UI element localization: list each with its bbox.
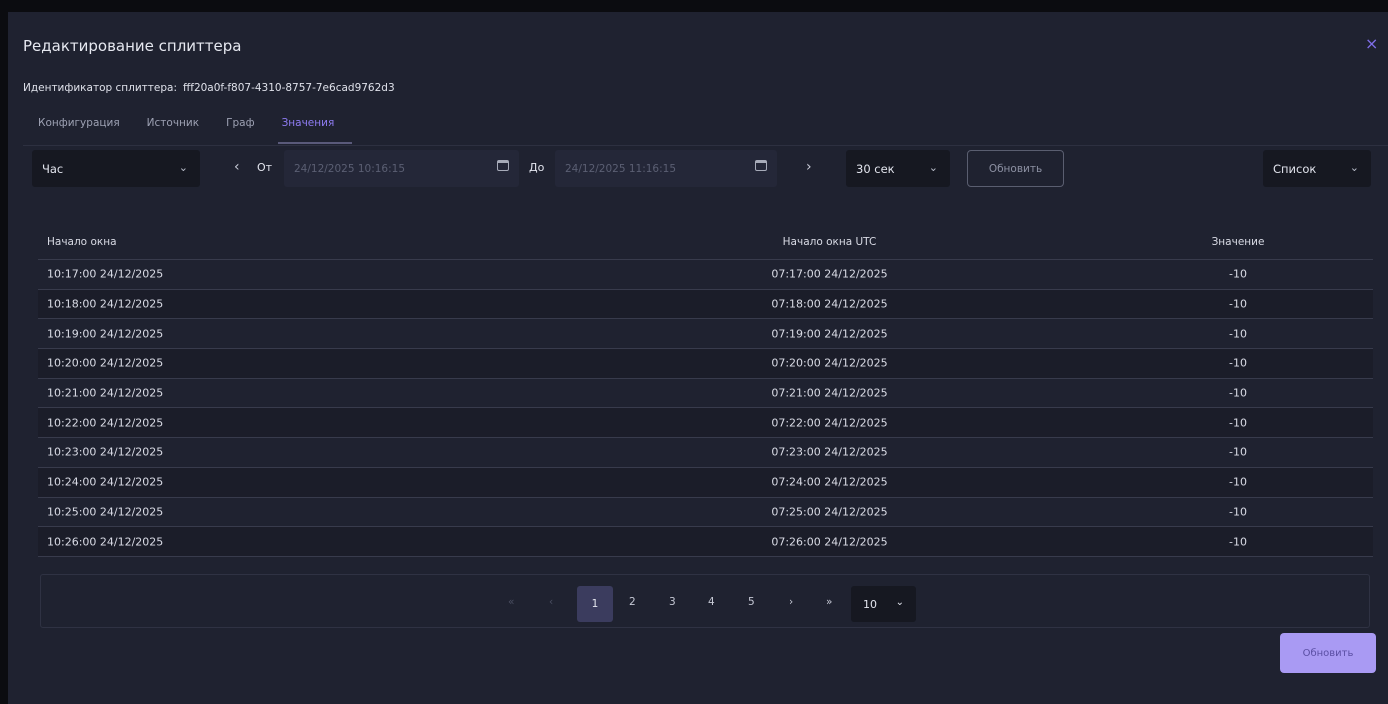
cell-window-start: 10:19:00 24/12/2025	[47, 327, 164, 341]
splitter-id: Идентификатор сплиттера: fff20a0f-f807-43…	[23, 82, 395, 94]
from-label: От	[257, 161, 273, 174]
cell-window-start-utc: 07:26:00 24/12/2025	[771, 535, 888, 549]
cell-value: -10	[1229, 267, 1247, 281]
chevron-down-icon: ⌄	[895, 597, 904, 608]
pagination: « ‹ 1 2 3 4 5 › » 10 ⌄	[40, 574, 1370, 628]
chevron-right-icon[interactable]: ›	[806, 159, 812, 175]
column-header-window-start[interactable]: Начало окна	[47, 236, 117, 248]
save-button[interactable]: Обновить	[1280, 633, 1376, 673]
tabs-divider	[23, 145, 1388, 146]
chevron-left-icon[interactable]: ‹	[234, 159, 240, 175]
page-size-select[interactable]: 10 ⌄	[851, 586, 916, 622]
table-row[interactable]: 10:23:00 24/12/2025 07:23:00 24/12/2025 -1…	[38, 438, 1373, 468]
cell-value: -10	[1229, 445, 1247, 459]
period-select-value: Час	[42, 161, 64, 176]
cell-window-start: 10:24:00 24/12/2025	[47, 475, 164, 489]
tab-configuration[interactable]: Конфигурация	[38, 111, 120, 147]
table-row[interactable]: 10:25:00 24/12/2025 07:25:00 24/12/2025 -1…	[38, 498, 1373, 528]
cell-window-start: 10:23:00 24/12/2025	[47, 445, 164, 459]
chevron-down-icon: ⌄	[178, 161, 188, 174]
cell-window-start-utc: 07:22:00 24/12/2025	[771, 416, 888, 430]
cell-value: -10	[1229, 356, 1247, 370]
page-size-value: 10	[863, 597, 877, 611]
cell-window-start-utc: 07:20:00 24/12/2025	[771, 356, 888, 370]
tab-graph[interactable]: Граф	[226, 111, 254, 147]
page-button-3[interactable]: 3	[669, 596, 676, 608]
view-mode-value: Список	[1273, 161, 1317, 176]
refresh-button[interactable]: Обновить	[967, 150, 1064, 187]
tab-bar: Конфигурация Источник Граф Значения	[38, 111, 379, 147]
to-datetime-value: 24/12/2025 11:16:15	[565, 162, 677, 175]
cell-value: -10	[1229, 535, 1247, 549]
splitter-id-value: fff20a0f-f807-4310-8757-7e6cad9762d3	[183, 82, 395, 94]
next-page-icon[interactable]: ›	[789, 596, 793, 608]
cell-window-start-utc: 07:17:00 24/12/2025	[771, 267, 888, 281]
cell-window-start-utc: 07:18:00 24/12/2025	[771, 297, 888, 311]
cell-window-start: 10:20:00 24/12/2025	[47, 356, 164, 370]
from-datetime-value: 24/12/2025 10:16:15	[294, 162, 406, 175]
table-row[interactable]: 10:17:00 24/12/2025 07:17:00 24/12/2025 -1…	[38, 260, 1373, 290]
cell-window-start: 10:26:00 24/12/2025	[47, 535, 164, 549]
tab-values[interactable]: Значения	[277, 111, 353, 144]
first-page-icon[interactable]: «	[508, 596, 514, 608]
column-header-window-start-utc[interactable]: Начало окна UTC	[722, 236, 937, 248]
cell-window-start-utc: 07:21:00 24/12/2025	[771, 386, 888, 400]
page-button-4[interactable]: 4	[708, 596, 715, 608]
table-row[interactable]: 10:22:00 24/12/2025 07:22:00 24/12/2025 -1…	[38, 408, 1373, 439]
table-row[interactable]: 10:19:00 24/12/2025 07:19:00 24/12/2025 -1…	[38, 319, 1373, 350]
cell-window-start-utc: 07:19:00 24/12/2025	[771, 327, 888, 341]
table-row[interactable]: 10:26:00 24/12/2025 07:26:00 24/12/2025 -1…	[38, 527, 1373, 557]
interval-select-value: 30 сек	[856, 161, 895, 176]
table-row[interactable]: 10:20:00 24/12/2025 07:20:00 24/12/2025 -1…	[38, 349, 1373, 379]
cell-window-start-utc: 07:23:00 24/12/2025	[771, 445, 888, 459]
cell-window-start: 10:21:00 24/12/2025	[47, 386, 164, 400]
cell-value: -10	[1229, 416, 1247, 430]
chevron-down-icon: ⌄	[928, 161, 938, 174]
calendar-icon[interactable]	[755, 160, 767, 171]
to-label: До	[529, 161, 545, 174]
cell-window-start-utc: 07:24:00 24/12/2025	[771, 475, 888, 489]
cell-value: -10	[1229, 386, 1247, 400]
cell-window-start: 10:17:00 24/12/2025	[47, 267, 164, 281]
table-body: 10:17:00 24/12/2025 07:17:00 24/12/2025 -1…	[38, 260, 1373, 557]
last-page-icon[interactable]: »	[826, 596, 832, 608]
modal-title: Редактирование сплиттера	[23, 37, 242, 55]
page-button-5[interactable]: 5	[748, 596, 755, 608]
to-datetime-input[interactable]: 24/12/2025 11:16:15	[555, 150, 777, 187]
table-row[interactable]: 10:24:00 24/12/2025 07:24:00 24/12/2025 -1…	[38, 467, 1373, 498]
values-toolbar: Час ⌄ ‹ От 24/12/2025 10:16:15 До 24/12/…	[32, 150, 1372, 187]
cell-window-start: 10:18:00 24/12/2025	[47, 297, 164, 311]
interval-select[interactable]: 30 сек ⌄	[846, 150, 950, 187]
tab-source[interactable]: Источник	[147, 111, 199, 147]
table-row[interactable]: 10:18:00 24/12/2025 07:18:00 24/12/2025 -1…	[38, 289, 1373, 320]
cell-value: -10	[1229, 297, 1247, 311]
period-select[interactable]: Час ⌄	[32, 150, 200, 187]
from-datetime-input[interactable]: 24/12/2025 10:16:15	[284, 150, 519, 187]
values-table: Начало окна Начало окна UTC Значение 10:…	[38, 224, 1373, 557]
cell-window-start: 10:25:00 24/12/2025	[47, 505, 164, 519]
calendar-icon[interactable]	[497, 160, 509, 171]
page-button-1[interactable]: 1	[577, 586, 613, 622]
column-header-value[interactable]: Значение	[1158, 236, 1318, 248]
chevron-down-icon: ⌄	[1349, 161, 1359, 174]
cell-value: -10	[1229, 327, 1247, 341]
table-row[interactable]: 10:21:00 24/12/2025 07:21:00 24/12/2025 -1…	[38, 379, 1373, 409]
splitter-id-label: Идентификатор сплиттера:	[23, 82, 178, 94]
cell-window-start: 10:22:00 24/12/2025	[47, 416, 164, 430]
page-button-2[interactable]: 2	[629, 596, 636, 608]
view-mode-select[interactable]: Список ⌄	[1263, 150, 1371, 187]
cell-value: -10	[1229, 505, 1247, 519]
cell-window-start-utc: 07:25:00 24/12/2025	[771, 505, 888, 519]
previous-page-icon[interactable]: ‹	[549, 596, 553, 608]
table-header: Начало окна Начало окна UTC Значение	[38, 224, 1373, 260]
cell-value: -10	[1229, 475, 1247, 489]
close-icon[interactable]: ×	[1365, 36, 1378, 52]
